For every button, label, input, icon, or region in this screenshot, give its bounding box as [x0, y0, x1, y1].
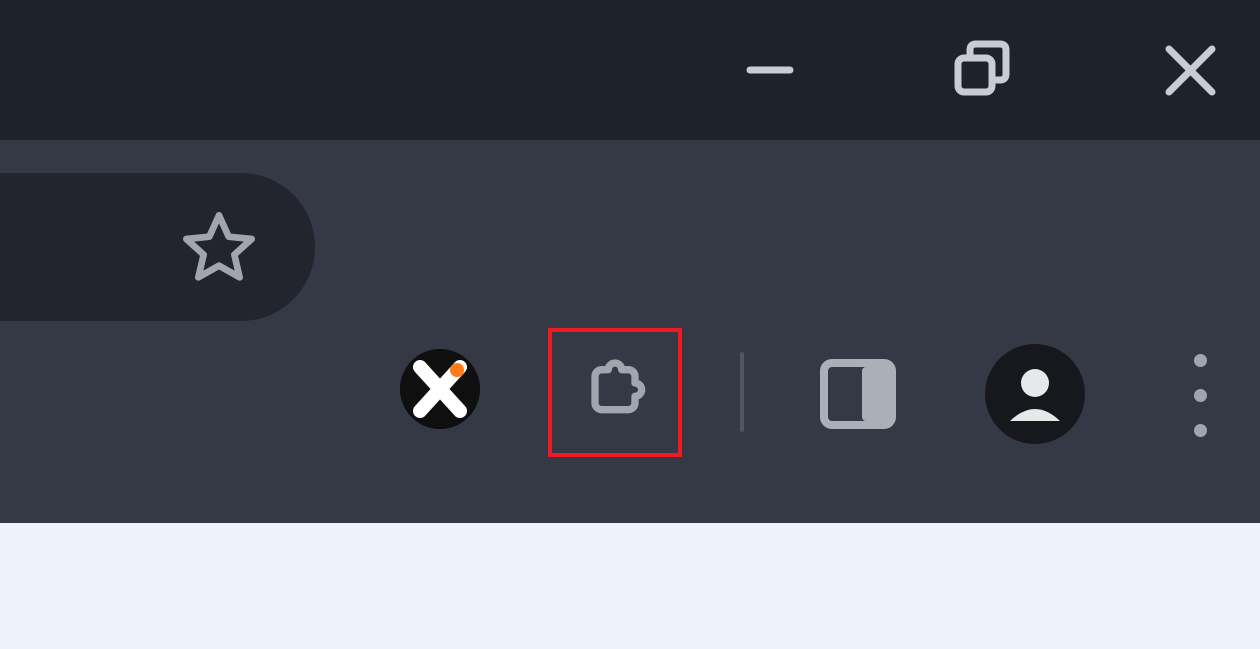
- minimize-icon: [745, 45, 795, 95]
- bookmark-button[interactable]: [179, 207, 259, 287]
- profile-button[interactable]: [985, 344, 1085, 444]
- page-content: [0, 523, 1260, 649]
- close-button[interactable]: [1160, 40, 1220, 100]
- side-panel-button[interactable]: [818, 354, 898, 434]
- profile-avatar-icon: [1000, 359, 1070, 429]
- browser-menu-button[interactable]: [1180, 345, 1220, 445]
- kebab-dot-icon: [1194, 389, 1207, 402]
- extensions-button[interactable]: [548, 328, 682, 457]
- address-bar-end: [0, 173, 315, 321]
- toolbar-separator: [740, 352, 744, 432]
- kebab-dot-icon: [1194, 354, 1207, 367]
- minimize-button[interactable]: [740, 40, 800, 100]
- star-icon: [179, 207, 259, 287]
- x-extension-icon: [400, 349, 480, 429]
- maximize-button[interactable]: [950, 40, 1010, 100]
- browser-toolbar: [0, 140, 1260, 365]
- kebab-dot-icon: [1194, 424, 1207, 437]
- pinned-extension-button[interactable]: [400, 349, 480, 429]
- puzzle-piece-icon: [575, 353, 655, 433]
- close-icon: [1163, 43, 1218, 98]
- side-panel-icon: [820, 359, 896, 429]
- window-titlebar: [0, 0, 1260, 140]
- maximize-icon: [950, 40, 1010, 100]
